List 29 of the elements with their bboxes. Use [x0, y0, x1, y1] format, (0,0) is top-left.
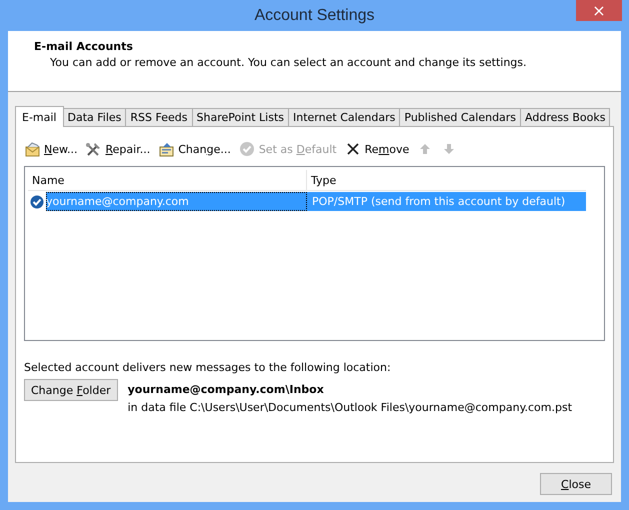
- location-label: Selected account delivers new messages to the following location:: [24, 361, 392, 374]
- tab[interactable]: Data Files: [62, 108, 126, 126]
- settings-card-icon: [158, 141, 174, 157]
- toolbar-button[interactable]: Remove: [344, 141, 410, 157]
- table-cell: POP/SMTP (send from this account by default): [307, 192, 586, 211]
- check-circle-icon: [238, 141, 255, 157]
- column-header[interactable]: Type: [307, 170, 586, 190]
- tab[interactable]: E-mail: [15, 106, 64, 127]
- tab[interactable]: Address Books: [520, 108, 610, 126]
- close-button[interactable]: Close: [540, 473, 612, 495]
- envelope-icon: [24, 141, 40, 157]
- toolbar-button[interactable]: Change...: [158, 141, 231, 157]
- column-header[interactable]: Name: [28, 170, 307, 190]
- close-button[interactable]: ×: [576, 0, 622, 21]
- tab[interactable]: Internet Calendars: [288, 108, 400, 126]
- section-title: E-mail Accounts: [34, 40, 134, 53]
- description-text: You can add or remove an account. You can select an account and change its settings.: [50, 56, 528, 69]
- tab[interactable]: Published Calendars: [399, 108, 522, 126]
- window-title: Account Settings: [254, 6, 375, 24]
- toolbar-button[interactable]: New...: [24, 141, 78, 157]
- close-icon: [344, 141, 361, 157]
- tools-icon: [85, 141, 102, 157]
- toolbar-button[interactable]: Repair...: [85, 141, 150, 157]
- folder-path: yourname@company.com\Inbox: [128, 383, 325, 396]
- tab[interactable]: SharePoint Lists: [192, 108, 290, 126]
- data-file-path: in data file C:\Users\User\Documents\Outlook Files\yourname@company.com.pst: [128, 401, 572, 414]
- change-folder-button[interactable]: Change Folder: [24, 379, 118, 401]
- tab[interactable]: RSS Feeds: [125, 108, 192, 126]
- table-cell: yourname@company.com: [46, 192, 307, 211]
